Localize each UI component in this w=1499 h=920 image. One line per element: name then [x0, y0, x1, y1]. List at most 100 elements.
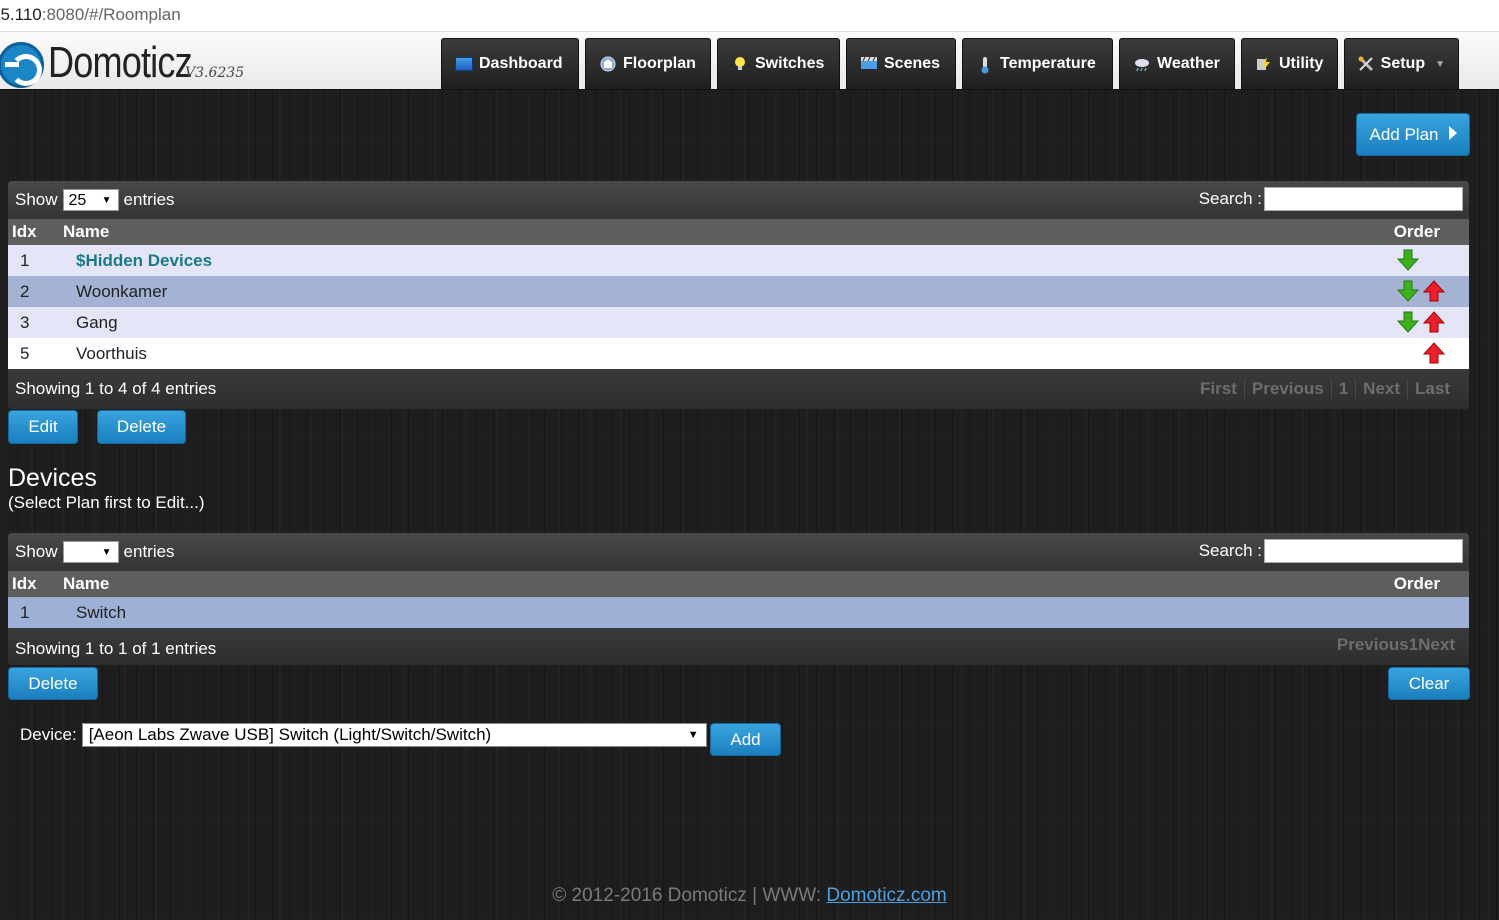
thermometer-icon — [976, 56, 994, 74]
delete-label: Delete — [116, 417, 167, 436]
pagination[interactable]: Previous1Next — [1337, 635, 1455, 655]
nav-temperature[interactable]: Temperature — [962, 38, 1113, 89]
move-down-icon[interactable] — [1396, 280, 1420, 302]
select-arrow-icon: ▼ — [101, 195, 112, 206]
plans-table-panel: Show 25 ▼ entries Search : Idx Name Orde… — [8, 181, 1469, 409]
nav-label: Scenes — [884, 55, 941, 72]
clear-label: Clear — [1408, 673, 1450, 693]
column-header-order[interactable]: Order — [1394, 222, 1440, 242]
delete-label: Delete — [28, 673, 78, 693]
nav-label: Setup — [1380, 55, 1426, 72]
main-nav: Dashboard Floorplan Switches Scenes Temp… — [441, 38, 1465, 89]
copyright-text: © 2012-2016 Domoticz | WWW: — [552, 885, 827, 906]
tools-icon — [1358, 56, 1375, 72]
device-selected-value: [Aeon Labs Zwave USB] Switch (Light/Swit… — [88, 725, 492, 744]
column-header-idx[interactable]: Idx — [8, 222, 63, 242]
nav-label: Dashboard — [479, 55, 563, 72]
select-arrow-icon: ▼ — [101, 547, 112, 558]
move-up-icon[interactable] — [1422, 342, 1446, 364]
edit-label: Edit — [28, 417, 58, 436]
lightbulb-icon — [731, 56, 749, 72]
domoticz-logo-icon[interactable] — [0, 42, 44, 88]
devices-table-footer: Showing 1 to 1 of 1 entries Previous1Nex… — [8, 628, 1469, 665]
clear-devices-button[interactable]: Clear — [1388, 667, 1470, 700]
show-label: Show — [15, 190, 58, 209]
nav-weather[interactable]: Weather — [1119, 38, 1235, 89]
pager-last[interactable]: Last — [1407, 379, 1457, 399]
app-logo-text[interactable]: Domoticz — [48, 38, 193, 88]
add-plan-label: Add Plan — [1369, 124, 1439, 144]
table-row[interactable]: 2 Woonkamer — [8, 276, 1469, 307]
nav-label: Temperature — [1000, 55, 1096, 72]
nav-label: Floorplan — [623, 55, 696, 72]
row-order — [1396, 249, 1447, 271]
column-header-name[interactable]: Name — [63, 574, 109, 594]
table-header: Idx Name Order — [8, 219, 1469, 245]
table-row[interactable]: 1 $Hidden Devices — [8, 245, 1469, 276]
row-name: Gang — [76, 312, 118, 332]
column-header-idx[interactable]: Idx — [8, 574, 63, 594]
nav-switches[interactable]: Switches — [717, 38, 840, 89]
row-name: $Hidden Devices — [76, 250, 213, 270]
clapperboard-icon — [860, 56, 878, 72]
row-idx: 1 — [20, 602, 30, 622]
table-row[interactable]: 1 Switch — [8, 597, 1469, 628]
floorplan-icon — [599, 56, 617, 72]
device-select[interactable]: [Aeon Labs Zwave USB] Switch (Light/Swit… — [81, 723, 707, 747]
table-row[interactable]: 5 Voorthuis — [8, 338, 1469, 369]
chevron-right-icon — [1448, 125, 1457, 145]
nav-dashboard[interactable]: Dashboard — [441, 38, 579, 89]
table-info: Showing 1 to 4 of 4 entries — [15, 379, 217, 398]
app-version: V3.6235 — [185, 65, 245, 81]
table-header: Idx Name Order — [8, 571, 1469, 597]
domoticz-link[interactable]: Domoticz.com — [826, 885, 946, 906]
row-order — [1396, 280, 1447, 302]
row-order — [1397, 342, 1447, 364]
nav-label: Weather — [1157, 55, 1220, 72]
row-idx: 1 — [20, 250, 30, 270]
nav-scenes[interactable]: Scenes — [846, 38, 956, 89]
device-picker: Device: [Aeon Labs Zwave USB] Switch (Li… — [20, 723, 707, 747]
device-label: Device: — [20, 725, 77, 744]
footer: © 2012-2016 Domoticz | WWW: Domoticz.com — [0, 885, 1499, 907]
devices-table-panel: Show ▼ entries Search : Idx Name Order 1… — [8, 533, 1469, 665]
nav-setup[interactable]: Setup ▼ — [1344, 38, 1459, 89]
pager-previous[interactable]: Previous — [1243, 379, 1331, 399]
add-label: Add — [730, 729, 761, 749]
delete-plan-button[interactable]: Delete — [97, 410, 186, 444]
edit-plan-button[interactable]: Edit — [8, 410, 78, 444]
caret-down-icon: ▼ — [1435, 58, 1445, 70]
move-down-icon[interactable] — [1396, 249, 1420, 271]
table-row[interactable]: 3 Gang — [8, 307, 1469, 338]
row-name: Voorthuis — [76, 343, 147, 363]
devices-search-input[interactable] — [1264, 539, 1463, 563]
entries-label: entries — [123, 542, 175, 561]
move-down-icon[interactable] — [1396, 311, 1420, 333]
column-header-order[interactable]: Order — [1394, 574, 1440, 594]
devices-title: Devices — [8, 464, 97, 492]
url-host: 35.110 — [0, 5, 42, 24]
column-header-name[interactable]: Name — [63, 222, 109, 242]
row-name: Woonkamer — [76, 281, 168, 301]
row-order — [1396, 311, 1447, 333]
delete-device-button[interactable]: Delete — [8, 667, 98, 700]
nav-floorplan[interactable]: Floorplan — [585, 38, 711, 89]
select-arrow-icon: ▼ — [687, 729, 699, 741]
pager-first[interactable]: First — [1193, 379, 1244, 399]
entries-per-page-select[interactable]: 25 ▼ — [62, 189, 119, 211]
nav-utility[interactable]: Utility — [1241, 38, 1338, 89]
plans-search-input[interactable] — [1264, 187, 1463, 211]
entries-per-page-select[interactable]: ▼ — [62, 541, 119, 563]
url-path: :8080/#/Roomplan — [41, 5, 181, 24]
pager-page-1[interactable]: 1 — [1330, 379, 1355, 399]
add-device-button[interactable]: Add — [710, 723, 781, 756]
show-label: Show — [15, 542, 58, 561]
address-bar[interactable]: 35.110:8080/#/Roomplan — [0, 0, 1499, 32]
move-up-icon[interactable] — [1422, 311, 1446, 333]
pager-next[interactable]: Next — [1355, 379, 1407, 399]
pagination: First Previous 1 Next Last — [1193, 379, 1457, 399]
add-plan-button[interactable]: Add Plan — [1356, 113, 1470, 156]
nav-label: Utility — [1279, 55, 1324, 72]
entries-label: entries — [123, 190, 175, 209]
move-up-icon[interactable] — [1422, 280, 1446, 302]
